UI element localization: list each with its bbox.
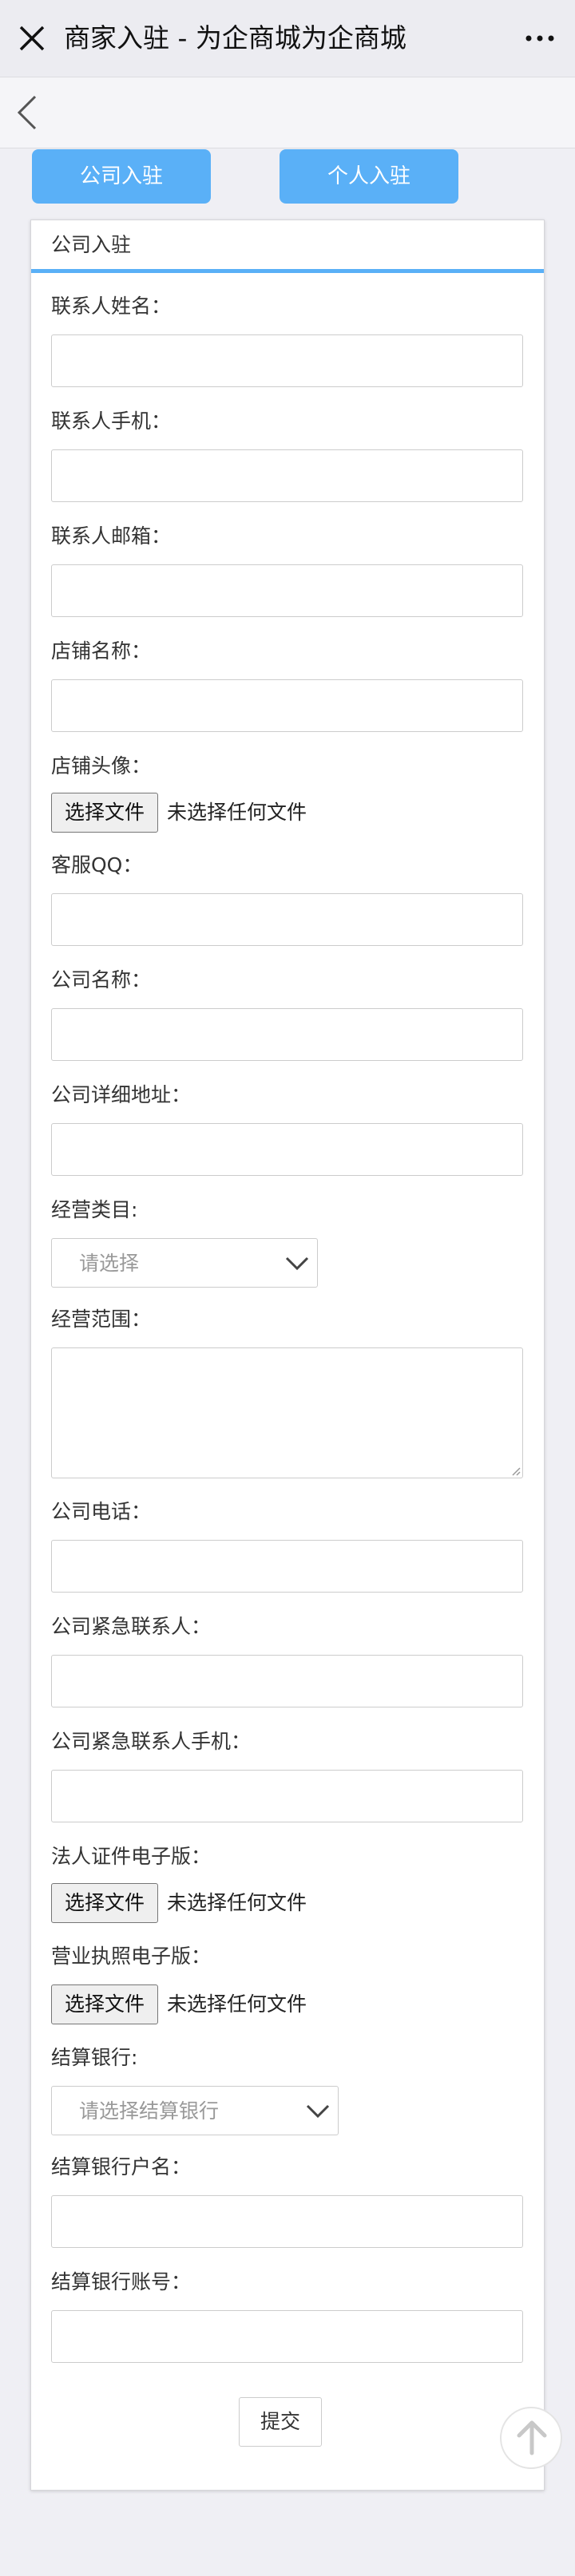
page-title: 商家入驻 - 为企商城为企商城	[64, 22, 406, 53]
legal-id-file-status: 未选择任何文件	[167, 1891, 307, 1914]
form-header: 公司入驻	[31, 220, 544, 273]
account-name-input[interactable]	[51, 2195, 523, 2248]
legal-id-file-button[interactable]: 选择文件	[51, 1883, 158, 1923]
company-address-input[interactable]	[51, 1123, 523, 1176]
account-no-input[interactable]	[51, 2310, 523, 2363]
business-scope-label: 经营范围：	[51, 1308, 152, 1331]
contact-email-input[interactable]	[51, 564, 523, 617]
more-icon[interactable]	[522, 22, 557, 54]
shop-name-input[interactable]	[51, 679, 523, 732]
close-icon[interactable]	[16, 22, 48, 54]
back-icon[interactable]	[14, 93, 40, 132]
emergency-contact-input[interactable]	[51, 1655, 523, 1707]
license-file-status: 未选择任何文件	[167, 1992, 307, 2016]
contact-email-label: 联系人邮箱：	[51, 524, 172, 548]
form-header-title: 公司入驻	[51, 233, 132, 256]
bank-select[interactable]: 请选择结算银行	[51, 2086, 339, 2135]
arrow-up-icon	[517, 2420, 547, 2455]
emergency-phone-label: 公司紧急联系人手机：	[51, 1730, 252, 1753]
service-qq-input[interactable]	[51, 893, 523, 946]
license-label: 营业执照电子版：	[51, 1945, 212, 1968]
shop-avatar-file-button[interactable]: 选择文件	[51, 793, 158, 833]
shop-avatar-label: 店铺头像：	[51, 754, 152, 778]
contact-name-input[interactable]	[51, 334, 523, 387]
legal-id-label: 法人证件电子版：	[51, 1845, 212, 1868]
business-category-label: 经营类目:	[51, 1198, 138, 1221]
account-name-label: 结算银行户名：	[51, 2155, 192, 2178]
business-scope-textarea[interactable]	[51, 1347, 523, 1478]
company-form: 公司入驻 联系人姓名： 联系人手机： 联系人邮箱： 店铺名称： 店铺头像： 选择…	[30, 220, 545, 2491]
emergency-contact-label: 公司紧急联系人：	[51, 1615, 212, 1638]
company-phone-input[interactable]	[51, 1540, 523, 1593]
scroll-to-top-button[interactable]	[500, 2407, 562, 2469]
chevron-down-icon	[306, 2104, 330, 2119]
license-file-button[interactable]: 选择文件	[51, 1984, 158, 2024]
emergency-phone-input[interactable]	[51, 1770, 523, 1822]
chevron-down-icon	[285, 1256, 309, 1271]
bank-label: 结算银行:	[51, 2046, 138, 2069]
account-no-label: 结算银行账号：	[51, 2270, 192, 2293]
contact-phone-label: 联系人手机：	[51, 410, 172, 433]
resize-grip-icon[interactable]	[511, 1466, 521, 1476]
contact-phone-input[interactable]	[51, 449, 523, 502]
contact-name-label: 联系人姓名：	[51, 295, 172, 318]
business-category-select[interactable]: 请选择	[51, 1238, 318, 1288]
tab-personal[interactable]: 个人入驻	[280, 149, 458, 204]
nav-row	[0, 77, 575, 148]
business-category-placeholder: 请选择	[79, 1252, 140, 1275]
company-phone-label: 公司电话：	[51, 1500, 152, 1523]
tab-company[interactable]: 公司入驻	[32, 149, 211, 204]
company-name-input[interactable]	[51, 1008, 523, 1061]
shop-name-label: 店铺名称：	[51, 639, 152, 663]
bank-placeholder: 请选择结算银行	[79, 2099, 220, 2123]
company-address-label: 公司详细地址：	[51, 1083, 192, 1106]
service-qq-label: 客服QQ：	[51, 853, 143, 876]
top-bar: 商家入驻 - 为企商城为企商城	[0, 0, 575, 77]
submit-button[interactable]: 提交	[239, 2397, 322, 2447]
shop-avatar-file-status: 未选择任何文件	[167, 801, 307, 824]
company-name-label: 公司名称：	[51, 968, 152, 991]
